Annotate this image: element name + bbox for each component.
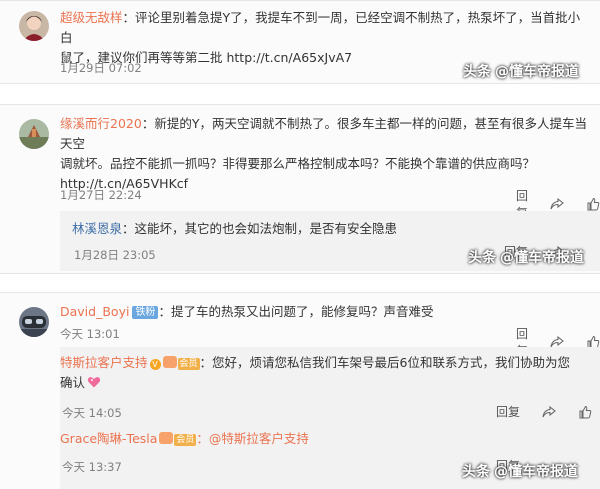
comment-card-3: David_Boyi 铁粉 ：提了车的热泵又出问题了，能修复吗？声音难受 今天 13… bbox=[0, 292, 600, 489]
comment-text: 缘溪而行2020：新提的Y，两天空调就不制热了。很多车主都一样的问题，甚至有很多… bbox=[60, 116, 587, 191]
reply-username[interactable]: 特斯拉客户支持 bbox=[60, 355, 148, 370]
reply-thread: 特斯拉客户支持 V 会员 ：您好，烦请您私信我们车架号最后6位和联系方式，我们协助为您… bbox=[60, 347, 600, 489]
comment-card-1: 超级无敌样：评论里别着急提Y了，我提车不到一周，已经空调不制热了，热泵坏了，当首… bbox=[0, 0, 600, 84]
reply-time: 1月28日 23:05 bbox=[74, 248, 156, 262]
comment-username[interactable]: 缘溪而行2020 bbox=[60, 116, 142, 131]
reply-text: Grace陶琳-Tesla 会员 ：@特斯拉客户支持 bbox=[60, 429, 588, 449]
comment-text: 超级无敌样：评论里别着急提Y了，我提车不到一周，已经空调不制热了，热泵坏了，当首… bbox=[60, 8, 590, 68]
reply-username[interactable]: 林溪恩泉 bbox=[72, 221, 122, 236]
comment-time: 1月27日 22:24 bbox=[60, 188, 142, 202]
fan-badge: 铁粉 bbox=[132, 306, 159, 319]
reply-time: 今天 14:05 bbox=[62, 406, 122, 420]
comment-time: 今天 13:01 bbox=[60, 327, 120, 341]
reply-text: 林溪恩泉：这能坏，其它的也会如法炮制，是否有安全隐患 bbox=[72, 221, 398, 236]
watermark: 头条 @懂车帝报道 bbox=[468, 250, 584, 266]
verified-icon: V bbox=[149, 359, 161, 370]
avatar[interactable] bbox=[19, 119, 49, 149]
reply-actions: 回复 bbox=[496, 403, 592, 420]
avatar[interactable] bbox=[19, 307, 49, 337]
comment-card-2: 缘溪而行2020：新提的Y，两天空调就不制热了。很多车主都一样的问题，甚至有很多… bbox=[0, 104, 600, 274]
member-icon bbox=[159, 432, 174, 444]
avatar[interactable] bbox=[19, 11, 49, 41]
reply-username[interactable]: Grace陶琳-Tesla bbox=[60, 431, 157, 446]
comment-time: 1月29日 07:02 bbox=[60, 61, 142, 75]
member-badge: 会员 bbox=[174, 434, 197, 446]
reply-button[interactable]: 回复 bbox=[496, 403, 520, 420]
member-badge: 会员 bbox=[177, 358, 200, 370]
like-icon[interactable] bbox=[578, 405, 592, 419]
comment-text: David_Boyi 铁粉 ：提了车的热泵又出问题了，能修复吗？声音难受 bbox=[60, 304, 434, 319]
comment-username[interactable]: 超级无敌样 bbox=[60, 10, 123, 25]
watermark: 头条 @懂车帝报道 bbox=[463, 64, 579, 80]
comment-username[interactable]: David_Boyi bbox=[60, 304, 129, 319]
reply-time: 今天 13:37 bbox=[62, 460, 122, 474]
share-icon[interactable] bbox=[542, 405, 556, 419]
heart-emoji-icon bbox=[87, 377, 101, 388]
like-icon[interactable] bbox=[586, 197, 600, 211]
reply-thread: 林溪恩泉：这能坏，其它的也会如法炮制，是否有安全隐患 1月28日 23:05 回… bbox=[60, 211, 600, 271]
reply-text: 特斯拉客户支持 V 会员 ：您好，烦请您私信我们车架号最后6位和联系方式，我们协助为您… bbox=[60, 355, 570, 390]
member-icon bbox=[162, 356, 177, 368]
share-icon[interactable] bbox=[550, 197, 564, 211]
comment-body-line: ：评论里别着急提Y了，我提车不到一周，已经空调不制热了，热泵坏了，当首批小白 bbox=[60, 10, 581, 45]
mention-link[interactable]: ：@特斯拉客户支持 bbox=[196, 431, 309, 446]
watermark: 头条 @懂车帝报道 bbox=[462, 464, 578, 480]
